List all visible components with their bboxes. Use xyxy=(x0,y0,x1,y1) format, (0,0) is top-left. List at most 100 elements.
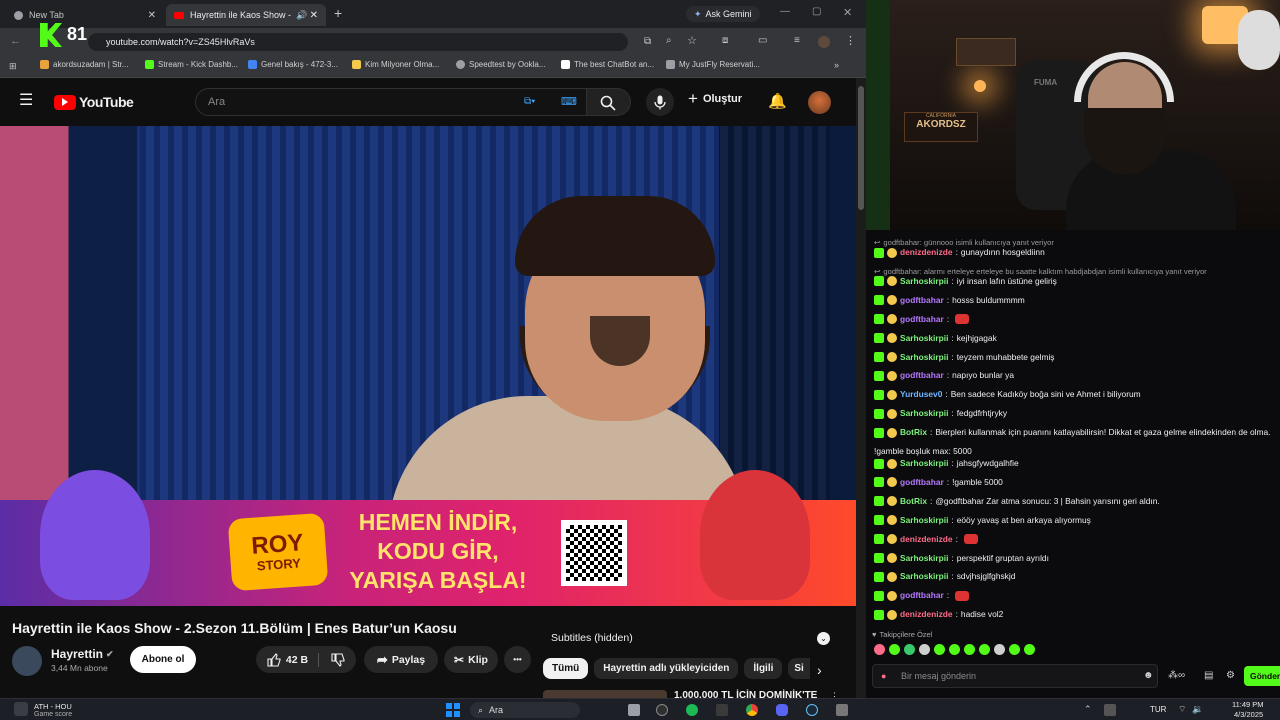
send-message-button[interactable]: Gönder xyxy=(1244,666,1280,686)
wifi-icon[interactable]: ⌔ xyxy=(1178,704,1186,715)
windows-start-icon[interactable] xyxy=(446,703,460,717)
bookmark-star-icon[interactable]: ☆ xyxy=(687,34,697,47)
chat-username[interactable]: Sarhoskirpii xyxy=(900,571,948,582)
search-button[interactable] xyxy=(587,88,631,116)
steam-app-icon[interactable] xyxy=(806,704,818,716)
clock-date[interactable]: 4/3/2025 xyxy=(1234,710,1263,719)
bookmark-item[interactable]: akordsuzadam | Str... xyxy=(40,60,128,69)
cast-icon[interactable]: ▭ xyxy=(758,35,767,46)
profile-avatar-icon[interactable] xyxy=(818,36,830,48)
chat-username[interactable]: Sarhoskirpii xyxy=(900,276,948,287)
chat-username[interactable]: godftbahar xyxy=(900,314,944,325)
chat-username[interactable]: BotRix xyxy=(900,496,927,507)
keyboard-language[interactable]: TUR xyxy=(1150,705,1166,714)
zoom-icon[interactable]: ⌕ xyxy=(666,35,672,46)
discord-app-icon[interactable] xyxy=(776,704,788,716)
tray-overflow-icon[interactable]: ⌃ xyxy=(1084,704,1092,715)
more-actions-button[interactable]: ••• xyxy=(504,646,531,673)
back-icon[interactable]: ← xyxy=(10,35,21,47)
chat-username[interactable]: Sarhoskirpii xyxy=(900,333,948,344)
emote-icon[interactable] xyxy=(904,644,915,655)
browser-menu-icon[interactable]: ⋮ xyxy=(845,34,856,47)
channel-points-icon[interactable]: ⁂∞ xyxy=(1168,670,1185,681)
chip-truncated[interactable]: Si xyxy=(788,658,811,679)
chat-username[interactable]: godftbahar xyxy=(900,590,944,601)
chat-store-icon[interactable]: ▤ xyxy=(1204,670,1213,681)
github-app-icon[interactable] xyxy=(656,704,668,716)
taskbar-search[interactable]: ⌕ Ara xyxy=(470,702,580,718)
chat-input[interactable]: ● Bir mesaj gönderin ☻ xyxy=(872,664,1158,688)
emote-icon[interactable] xyxy=(979,644,990,655)
chevron-down-icon[interactable]: ⌄ xyxy=(817,631,830,645)
emote-icon[interactable] xyxy=(934,644,945,655)
translate-icon[interactable]: ⧉▾ xyxy=(524,96,535,107)
speaker-icon[interactable]: 🔊 xyxy=(296,10,307,21)
install-app-icon[interactable]: ⧉ xyxy=(644,36,651,47)
chat-settings-icon[interactable]: ⚙ xyxy=(1226,670,1235,681)
chip-uploader[interactable]: Hayrettin adlı yükleyiciden xyxy=(594,658,739,679)
apps-grid-icon[interactable]: ⊞ xyxy=(9,61,17,72)
emote-icon[interactable] xyxy=(1009,644,1020,655)
weather-widget-title[interactable]: ATH - HOU xyxy=(34,702,72,711)
chat-username[interactable]: denizdenizde xyxy=(900,247,953,258)
chat-username[interactable]: godftbahar xyxy=(900,370,944,381)
chat-username[interactable]: godftbahar xyxy=(900,295,944,306)
chat-username[interactable]: denizdenizde xyxy=(900,609,953,620)
task-view-icon[interactable] xyxy=(628,704,640,716)
chat-username[interactable]: denizdenizde xyxy=(900,534,953,545)
bookmark-item[interactable]: The best ChatBot an... xyxy=(561,60,654,69)
page-scrollbar[interactable] xyxy=(856,78,866,698)
chat-username[interactable]: Sarhoskirpii xyxy=(900,553,948,564)
bookmark-item[interactable]: Stream - Kick Dashb... xyxy=(145,60,238,69)
keyboard-icon[interactable]: ⌨ xyxy=(561,95,577,108)
emote-icon[interactable] xyxy=(919,644,930,655)
emote-icon[interactable] xyxy=(949,644,960,655)
emote-icon[interactable] xyxy=(874,644,885,655)
close-window-icon[interactable]: ✕ xyxy=(843,6,852,19)
chips-next-icon[interactable]: › xyxy=(817,662,822,678)
tab-new-tab[interactable]: New Tab ✕ xyxy=(6,4,164,26)
subtitles-panel-header[interactable]: Subtitles (hidden) ⌄ xyxy=(543,626,838,650)
spotify-app-icon[interactable] xyxy=(686,704,698,716)
close-tab-icon[interactable]: ✕ xyxy=(148,10,156,21)
search-input[interactable]: Ara ⧉▾ ⌨ xyxy=(195,88,587,116)
chrome-app-icon[interactable] xyxy=(746,704,758,716)
subscribe-button[interactable]: Abone ol xyxy=(130,646,196,673)
bookmark-item[interactable]: Speedtest by Ookla... xyxy=(456,60,546,69)
bookmark-item[interactable]: Genel bakış - 472-3... xyxy=(248,60,338,69)
close-tab-icon[interactable]: ✕ xyxy=(310,10,318,21)
account-avatar[interactable] xyxy=(808,91,831,114)
extensions-icon[interactable]: ⧈ xyxy=(722,35,728,46)
app-icon[interactable] xyxy=(836,704,848,716)
create-button[interactable]: + Oluştur xyxy=(688,90,742,107)
channel-name[interactable]: Hayrettin ✔ xyxy=(51,647,114,661)
chat-username[interactable]: Sarhoskirpii xyxy=(900,458,948,469)
tray-app-icon[interactable] xyxy=(1104,704,1116,716)
bookmark-item[interactable]: My JustFly Reservati... xyxy=(666,60,760,69)
voice-search-button[interactable] xyxy=(646,88,674,116)
chat-username[interactable]: Sarhoskirpii xyxy=(900,408,948,419)
chat-username[interactable]: BotRix xyxy=(900,427,927,438)
new-tab-button[interactable]: + xyxy=(334,5,342,21)
chip-all[interactable]: Tümü xyxy=(543,658,589,679)
volume-icon[interactable]: 🔉 xyxy=(1192,704,1203,715)
like-button[interactable]: 42 B xyxy=(267,652,320,667)
ad-banner[interactable]: ROY STORY HEMEN İNDİR, KODU GİR, YARIŞA … xyxy=(0,470,856,606)
emote-icon[interactable] xyxy=(964,644,975,655)
emote-icon[interactable] xyxy=(994,644,1005,655)
scrollbar-thumb[interactable] xyxy=(858,86,864,210)
thumbs-down-icon[interactable] xyxy=(331,652,345,667)
media-controls-icon[interactable]: ≡ xyxy=(794,35,800,46)
clip-button[interactable]: ✂ Klip xyxy=(444,646,498,673)
chat-username[interactable]: Yurdusev0 xyxy=(900,389,942,400)
notifications-bell-icon[interactable]: 🔔 xyxy=(768,92,787,110)
tab-youtube-video[interactable]: Hayrettin ile Kaos Show - 2. 🔊 ✕ xyxy=(166,4,326,26)
youtube-logo[interactable]: YouTube xyxy=(54,94,134,110)
app-icon[interactable] xyxy=(716,704,728,716)
clock-time[interactable]: 11:49 PM xyxy=(1232,700,1264,709)
video-player[interactable]: ROY STORY HEMEN İNDİR, KODU GİR, YARIŞA … xyxy=(0,126,856,606)
hamburger-menu-icon[interactable]: ☰ xyxy=(19,93,33,109)
minimize-window-icon[interactable]: — xyxy=(780,6,790,17)
emoji-picker-icon[interactable]: ☻ xyxy=(1143,670,1154,681)
emote-icon[interactable] xyxy=(1024,644,1035,655)
